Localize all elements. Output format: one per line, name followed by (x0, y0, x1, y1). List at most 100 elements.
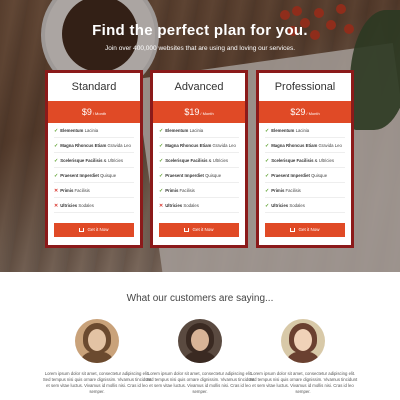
feature-detail: Lacinia (83, 128, 99, 133)
plan-name: Professional (259, 73, 351, 101)
feature-name: Primis (165, 188, 179, 193)
feature-item: ✕ Primis Facilisis (54, 183, 134, 198)
hero-subtitle: Join over 400,000 websites that are usin… (104, 45, 296, 52)
pricing-card-body: Standard $9/ Month ✓ Elementum Lacinia ✓ Magn… (48, 73, 140, 245)
feature-detail: Quisque (203, 173, 222, 178)
feature-name: Praesent Imperdiet (60, 173, 99, 178)
check-icon: ✓ (265, 128, 270, 134)
testimonial-quote: Lorem ipsum dolor sit amet, consectetur … (248, 371, 358, 394)
cross-icon: ✕ (159, 203, 164, 209)
feature-name: Primis (271, 188, 285, 193)
check-icon: ✓ (265, 188, 270, 194)
feature-item: ✓ Primis Facilisis (159, 183, 239, 198)
feature-detail: & Ultricies (102, 158, 124, 163)
feature-detail: Facilisis (284, 188, 301, 193)
plan-name: Advanced (153, 73, 245, 101)
check-icon: ✓ (159, 188, 164, 194)
feature-detail: & Ultricies (313, 158, 335, 163)
feature-detail: Gravida Leo (317, 143, 342, 148)
check-icon: ✓ (159, 128, 164, 134)
feature-detail: Sodales (288, 203, 305, 208)
pricing-card-professional: Professional $29/ Month ✓ Elementum Lacinia… (256, 70, 354, 248)
price-period: / Month (306, 111, 320, 116)
feature-detail: Sodales (182, 203, 199, 208)
get-it-now-button[interactable]: Get it Now (265, 223, 345, 237)
feature-detail: Facilisis (73, 188, 90, 193)
cart-icon (290, 227, 296, 232)
button-label: Get it Now (298, 227, 320, 232)
feature-name: Ultricies (165, 203, 183, 208)
avatar (178, 319, 222, 363)
check-icon: ✓ (54, 128, 59, 134)
pricing-card-standard: Standard $9/ Month ✓ Elementum Lacinia ✓ Magn… (45, 70, 143, 248)
feature-name: Praesent Imperdiet (165, 173, 204, 178)
plan-price: $29/ Month (259, 101, 351, 123)
feature-item: ✓ Praesent Imperdiet Quisque (159, 168, 239, 183)
avatar (281, 319, 325, 363)
check-icon: ✓ (54, 173, 59, 179)
feature-item: ✓ Magna Rhoncus Etiam Gravida Leo (159, 138, 239, 153)
feature-item: ✓ Scelerisque Facilisis & Ultricies (159, 153, 239, 168)
check-icon: ✓ (159, 173, 164, 179)
feature-name: Scelerisque Facilisis (271, 158, 314, 163)
plan-price: $9/ Month (48, 101, 140, 123)
get-it-now-button[interactable]: Get it Now (159, 223, 239, 237)
feature-item: ✓ Elementum Lacinia (265, 123, 345, 138)
feature-item: ✓ Praesent Imperdiet Quisque (265, 168, 345, 183)
pricing-card-body: Professional $29/ Month ✓ Elementum Lacinia… (259, 73, 351, 245)
testimonial-quote: Lorem ipsum dolor sit amet, consectetur … (42, 371, 152, 394)
price-period: / Month (200, 111, 214, 116)
feature-item: ✕ Ultricies Sodales (159, 198, 239, 213)
feature-item: ✓ Scelerisque Facilisis & Ultricies (54, 153, 134, 168)
price-amount: $19 (184, 107, 200, 117)
feature-name: Elementum (271, 128, 295, 133)
feature-name: Praesent Imperdiet (271, 173, 310, 178)
feature-detail: Lacinia (294, 128, 310, 133)
feature-detail: & Ultricies (207, 158, 229, 163)
testimonial-item: Lorem ipsum dolor sit amet, consectetur … (37, 319, 157, 395)
feature-list: ✓ Elementum Lacinia ✓ Magna Rhoncus Etiam G… (153, 123, 245, 213)
plan-name: Standard (48, 73, 140, 101)
feature-item: ✓ Magna Rhoncus Etiam Gravida Leo (265, 138, 345, 153)
feature-name: Magna Rhoncus Etiam (271, 143, 318, 148)
testimonials-title: What our customers are saying... (126, 293, 274, 304)
testimonial-item: Lorem ipsum dolor sit amet, consectetur … (243, 319, 363, 395)
cross-icon: ✕ (54, 188, 59, 194)
feature-list: ✓ Elementum Lacinia ✓ Magna Rhoncus Etiam G… (48, 123, 140, 213)
pricing-card-advanced: Advanced $19/ Month ✓ Elementum Lacinia ✓ Mag… (150, 70, 248, 248)
feature-item: ✓ Elementum Lacinia (159, 123, 239, 138)
feature-name: Magna Rhoncus Etiam (60, 143, 107, 148)
plan-price: $19/ Month (153, 101, 245, 123)
feature-name: Ultricies (271, 203, 289, 208)
check-icon: ✓ (159, 158, 164, 164)
pricing-card-body: Advanced $19/ Month ✓ Elementum Lacinia ✓ Mag… (153, 73, 245, 245)
feature-item: ✓ Primis Facilisis (265, 183, 345, 198)
feature-list: ✓ Elementum Lacinia ✓ Magna Rhoncus Etiam G… (259, 123, 351, 213)
price-amount: $9 (81, 107, 92, 117)
feature-item: ✓ Praesent Imperdiet Quisque (54, 168, 134, 183)
button-label: Get it Now (87, 227, 109, 232)
feature-item: ✓ Ultricies Sodales (265, 198, 345, 213)
button-label: Get it Now (192, 227, 214, 232)
check-icon: ✓ (265, 158, 270, 164)
check-icon: ✓ (265, 203, 270, 209)
feature-detail: Gravida Leo (211, 143, 236, 148)
feature-detail: Quisque (98, 173, 117, 178)
feature-name: Ultricies (60, 203, 78, 208)
check-icon: ✓ (159, 143, 164, 149)
feature-detail: Quisque (309, 173, 328, 178)
check-icon: ✓ (54, 143, 59, 149)
hero-section: Find the perfect plan for you. Join over… (0, 0, 400, 272)
cart-icon (79, 227, 85, 232)
feature-item: ✕ Ultricies Sodales (54, 198, 134, 213)
check-icon: ✓ (265, 173, 270, 179)
get-it-now-button[interactable]: Get it Now (54, 223, 134, 237)
cross-icon: ✕ (54, 203, 59, 209)
feature-name: Elementum (165, 128, 189, 133)
price-amount: $29 (290, 107, 306, 117)
testimonial-item: Lorem ipsum dolor sit amet, consectetur … (140, 319, 260, 395)
feature-detail: Lacinia (188, 128, 204, 133)
feature-detail: Facilisis (178, 188, 195, 193)
feature-item: ✓ Magna Rhoncus Etiam Gravida Leo (54, 138, 134, 153)
feature-name: Magna Rhoncus Etiam (165, 143, 212, 148)
